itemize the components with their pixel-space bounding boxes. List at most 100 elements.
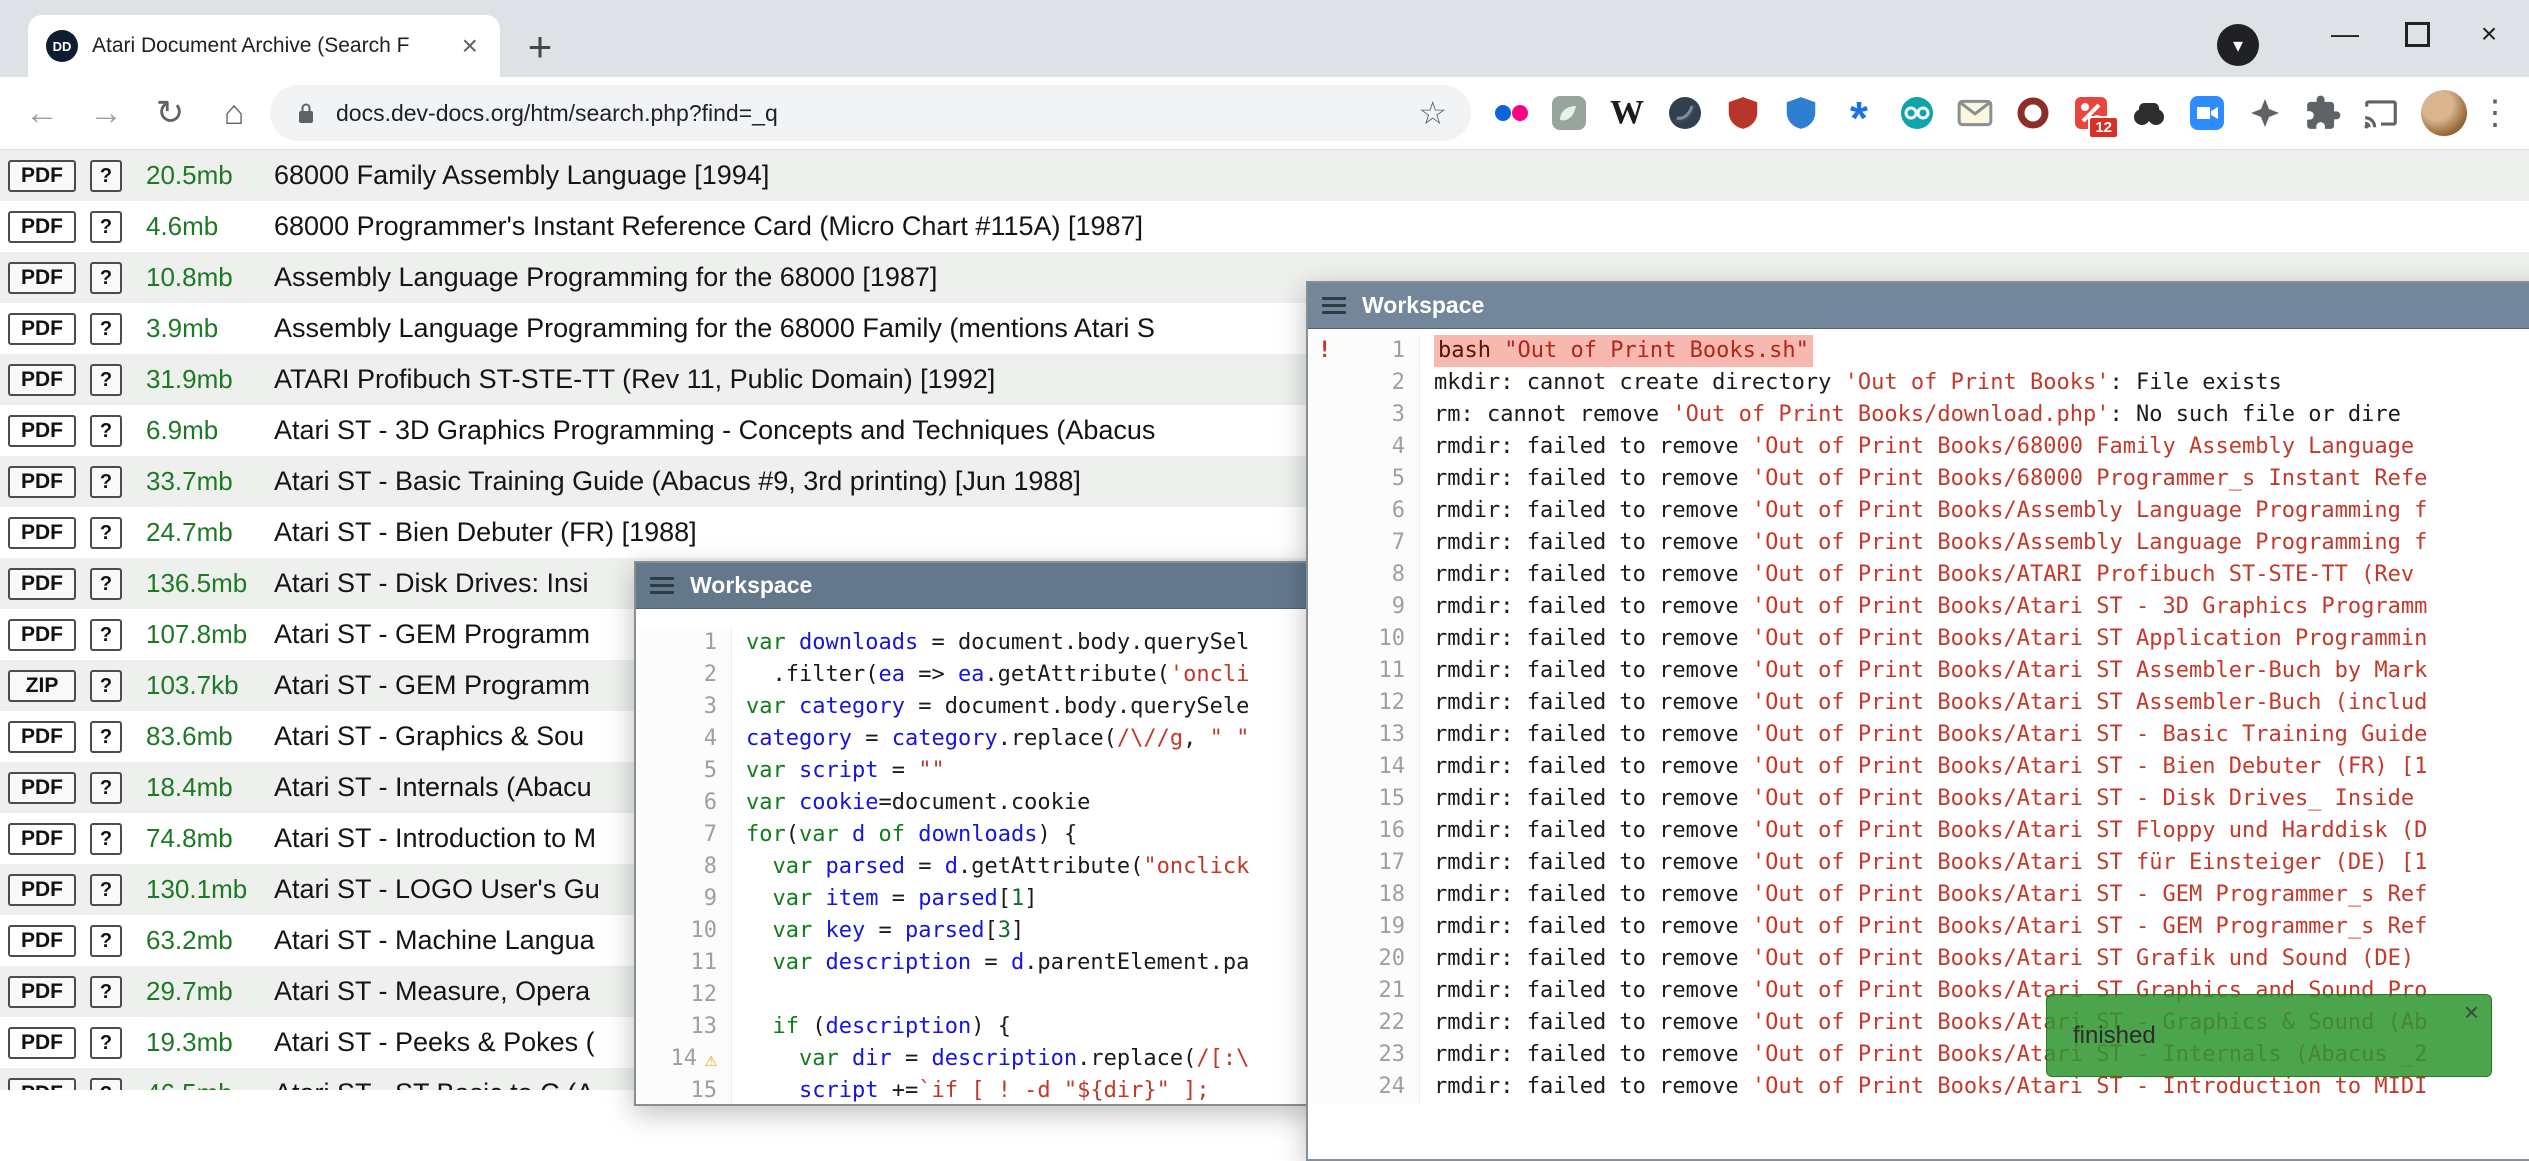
hamburger-menu-icon[interactable] <box>1322 297 1346 314</box>
file-type-badge[interactable]: PDF <box>8 262 76 294</box>
terminal-line: 12rmdir: failed to remove 'Out of Print … <box>1308 687 2529 719</box>
file-help-button[interactable]: ? <box>90 466 122 498</box>
warning-icon: ⚠ <box>705 1043 717 1075</box>
tab-strip: DD Atari Document Archive (Search F × + … <box>0 0 2529 77</box>
terminal-lines[interactable]: !1bash "Out of Print Books.sh"2mkdir: ca… <box>1308 329 2529 1103</box>
line-gutter: 11 <box>1308 655 1420 687</box>
file-type-badge[interactable]: PDF <box>8 415 76 447</box>
mail-icon[interactable] <box>1953 91 1997 135</box>
file-type-badge[interactable]: PDF <box>8 313 76 345</box>
code-text: var parsed = d.getAttribute("onclick <box>732 851 1312 883</box>
red-extension-icon[interactable]: 12 <box>2069 91 2113 135</box>
browser-menu-icon[interactable]: ⋮ <box>2475 85 2515 141</box>
file-help-button[interactable]: ? <box>90 160 122 192</box>
file-type-badge[interactable]: PDF <box>8 211 76 243</box>
file-help-button[interactable]: ? <box>90 619 122 651</box>
file-type-badge[interactable]: PDF <box>8 466 76 498</box>
file-size: 3.9mb <box>146 313 274 344</box>
file-help-button[interactable]: ? <box>90 1027 122 1059</box>
file-type-badge[interactable]: PDF <box>8 517 76 549</box>
file-help-button[interactable]: ? <box>90 262 122 294</box>
minimize-button[interactable]: — <box>2309 8 2381 60</box>
sparkle-icon[interactable] <box>2243 91 2287 135</box>
file-help-button[interactable]: ? <box>90 1078 122 1091</box>
terminal-line: 15rmdir: failed to remove 'Out of Print … <box>1308 783 2529 815</box>
extensions-puzzle-icon[interactable] <box>2301 91 2345 135</box>
workspace-titlebar[interactable]: Workspace <box>636 563 1312 609</box>
file-type-badge[interactable]: PDF <box>8 1078 76 1091</box>
terminal-text: rmdir: failed to remove 'Out of Print Bo… <box>1420 911 2529 943</box>
video-camera-icon[interactable] <box>2185 91 2229 135</box>
terminal-line: 14rmdir: failed to remove 'Out of Print … <box>1308 751 2529 783</box>
wikipedia-icon[interactable]: W <box>1605 91 1649 135</box>
cast-icon[interactable] <box>2359 91 2403 135</box>
file-help-button[interactable]: ? <box>90 721 122 753</box>
code-editor-lines[interactable]: 1var downloads = document.body.querySel2… <box>636 609 1312 1106</box>
downloads-chevron-indicator[interactable]: ▾ <box>2217 24 2259 66</box>
file-type-badge[interactable]: PDF <box>8 772 76 804</box>
line-gutter: 2 <box>1308 367 1420 399</box>
forward-button[interactable]: → <box>78 85 134 141</box>
line-gutter: 19 <box>1308 911 1420 943</box>
file-help-button[interactable]: ? <box>90 772 122 804</box>
reload-button[interactable]: ↻ <box>142 85 198 141</box>
file-help-button[interactable]: ? <box>90 313 122 345</box>
workspace-titlebar[interactable]: Workspace <box>1308 283 2529 329</box>
hamburger-menu-icon[interactable] <box>650 577 674 594</box>
lock-icon[interactable] <box>294 101 318 125</box>
line-number: 21 <box>1379 975 1406 1007</box>
terminal-line: 16rmdir: failed to remove 'Out of Print … <box>1308 815 2529 847</box>
file-type-badge[interactable]: PDF <box>8 823 76 855</box>
binoculars-icon[interactable] <box>2127 91 2171 135</box>
file-help-button[interactable]: ? <box>90 211 122 243</box>
asterisk-icon[interactable]: * <box>1837 96 1881 140</box>
flickr-icon[interactable] <box>1489 91 1533 135</box>
file-type-badge[interactable]: PDF <box>8 160 76 192</box>
file-type-badge[interactable]: PDF <box>8 721 76 753</box>
file-help-button[interactable]: ? <box>90 415 122 447</box>
url-text[interactable]: docs.dev-docs.org/htm/search.php?find=_q <box>336 100 1400 127</box>
back-button[interactable]: ← <box>14 85 70 141</box>
file-help-button[interactable]: ? <box>90 517 122 549</box>
code-text: var description = d.parentElement.pa <box>732 947 1312 979</box>
line-gutter: 3 <box>1308 399 1420 431</box>
terminal-line: 18rmdir: failed to remove 'Out of Print … <box>1308 879 2529 911</box>
file-help-button[interactable]: ? <box>90 568 122 600</box>
cc-icon[interactable] <box>1895 91 1939 135</box>
bookmark-star-icon[interactable]: ☆ <box>1418 94 1447 132</box>
file-type-badge[interactable]: PDF <box>8 1027 76 1059</box>
tab-close-icon[interactable]: × <box>458 32 482 60</box>
gray-extension-icon[interactable] <box>1547 91 1591 135</box>
file-type-badge[interactable]: PDF <box>8 925 76 957</box>
toast-close-icon[interactable]: × <box>2464 997 2479 1028</box>
file-title: Atari ST - GEM Programm <box>274 670 590 701</box>
file-help-button[interactable]: ? <box>90 925 122 957</box>
file-help-button[interactable]: ? <box>90 823 122 855</box>
url-bar[interactable]: docs.dev-docs.org/htm/search.php?find=_q… <box>270 85 1471 141</box>
file-type-badge[interactable]: PDF <box>8 874 76 906</box>
browser-tab[interactable]: DD Atari Document Archive (Search F × <box>28 15 500 77</box>
file-title: Atari ST - Basic Training Guide (Abacus … <box>274 466 1081 497</box>
new-tab-button[interactable]: + <box>516 23 564 71</box>
file-help-button[interactable]: ? <box>90 874 122 906</box>
file-help-button[interactable]: ? <box>90 364 122 396</box>
file-type-badge[interactable]: PDF <box>8 976 76 1008</box>
home-button[interactable]: ⌂ <box>206 85 262 141</box>
terminal-text: rmdir: failed to remove 'Out of Print Bo… <box>1420 591 2529 623</box>
aperture-ring-icon[interactable] <box>2011 91 2055 135</box>
noscript-icon[interactable] <box>1663 91 1707 135</box>
file-help-button[interactable]: ? <box>90 670 122 702</box>
close-window-button[interactable]: × <box>2453 8 2525 60</box>
file-type-badge[interactable]: ZIP <box>8 670 76 702</box>
blue-shield-icon[interactable] <box>1779 91 1823 135</box>
file-type-badge[interactable]: PDF <box>8 568 76 600</box>
maximize-button[interactable] <box>2381 8 2453 60</box>
file-help-button[interactable]: ? <box>90 976 122 1008</box>
highlighted-command: bash "Out of Print Books.sh" <box>1434 335 1813 367</box>
file-type-badge[interactable]: PDF <box>8 364 76 396</box>
file-type-badge[interactable]: PDF <box>8 619 76 651</box>
line-number: 9 <box>704 883 717 915</box>
line-gutter: 18 <box>1308 879 1420 911</box>
ublock-shield-icon[interactable] <box>1721 91 1765 135</box>
profile-avatar[interactable] <box>2421 90 2467 136</box>
